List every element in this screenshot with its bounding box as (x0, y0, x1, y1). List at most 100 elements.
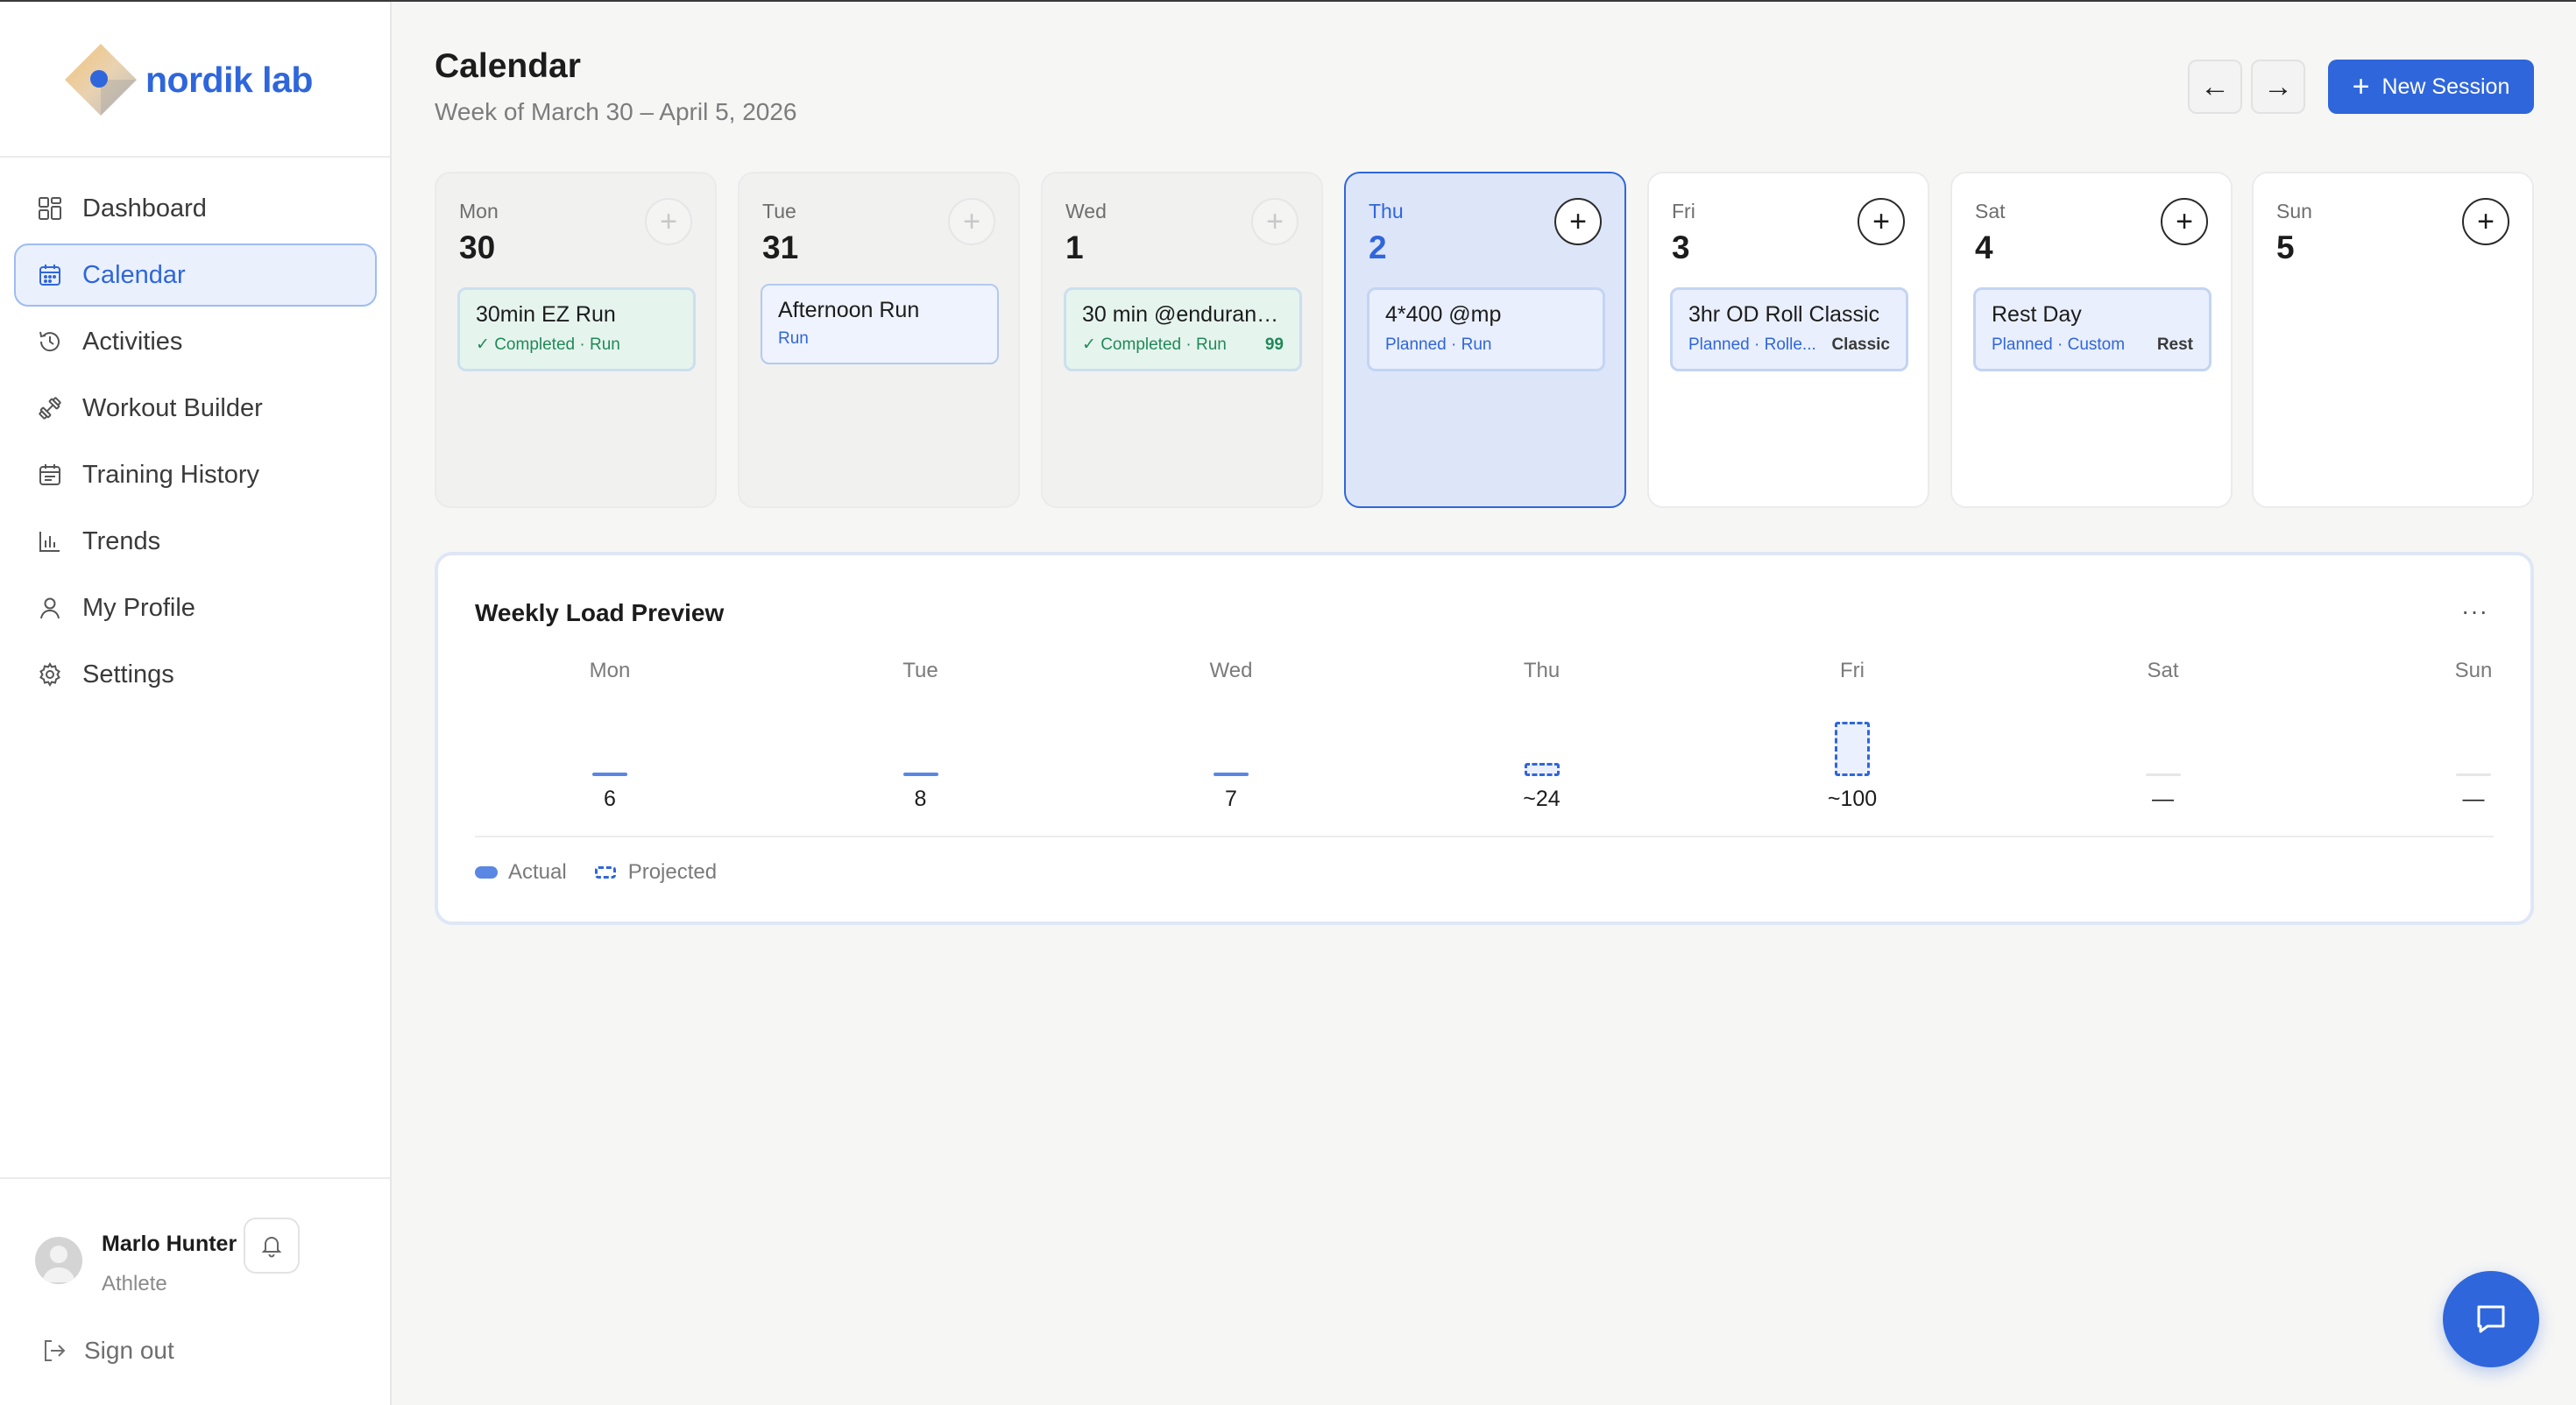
session-card[interactable]: Afternoon Run Run (761, 284, 999, 364)
legend-swatch-projected (594, 866, 616, 879)
load-value: — (2462, 787, 2485, 811)
sidebar-item-training-history[interactable]: Training History (14, 443, 377, 506)
new-session-button[interactable]: + New Session (2328, 60, 2534, 114)
day-column-sat[interactable]: Sat 4 + Rest Day Planned · Custom Rest (1950, 172, 2233, 508)
load-day-label: Sat (2147, 659, 2179, 682)
load-day-label: Wed (1209, 659, 1253, 682)
add-session-button[interactable]: + (948, 198, 995, 245)
load-bar-none (2456, 773, 2491, 776)
add-session-button[interactable]: + (2462, 198, 2509, 245)
add-session-button[interactable]: + (645, 198, 692, 245)
day-column-mon[interactable]: Mon 30 + 30min EZ Run ✓ Completed · Run (435, 172, 717, 508)
day-name: Sat (1975, 200, 2006, 222)
bar-chart-icon (37, 528, 63, 554)
day-number: 30 (459, 229, 496, 265)
load-column-sun: Sun — (2386, 659, 2561, 834)
sidebar-item-activities[interactable]: Activities (14, 310, 377, 373)
legend-label-actual: Actual (508, 860, 567, 884)
day-number: 2 (1369, 229, 1387, 265)
more-options-button[interactable]: ··· (2461, 597, 2488, 625)
brand-name: nordik lab (145, 59, 313, 100)
load-day-label: Fri (1840, 659, 1865, 682)
bell-icon (261, 1237, 282, 1258)
calendar-list-icon (37, 462, 63, 488)
card-title: Weekly Load Preview (475, 599, 725, 626)
session-title: 3hr OD Roll Classic (1688, 302, 1880, 327)
sidebar-item-label: Training History (82, 460, 259, 489)
day-name: Fri (1672, 200, 1695, 222)
legend: Actual Projected (475, 860, 717, 885)
day-name: Thu (1369, 200, 1404, 222)
sidebar-item-label: Calendar (82, 260, 186, 289)
plus-icon: + (2352, 70, 2370, 103)
session-title: Rest Day (1992, 302, 2082, 327)
sidebar-divider (0, 156, 390, 158)
add-session-button[interactable]: + (1554, 198, 1602, 245)
next-week-button[interactable]: → (2251, 60, 2305, 114)
previous-week-button[interactable]: ← (2188, 60, 2242, 114)
day-column-wed[interactable]: Wed 1 + 30 min @enduranc... ✓ Completed … (1041, 172, 1323, 508)
sidebar-item-trends[interactable]: Trends (14, 510, 377, 573)
load-column-fri: Fri ~100 (1765, 659, 1940, 834)
day-column-fri[interactable]: Fri 3 + 3hr OD Roll Classic Planned · Ro… (1647, 172, 1929, 508)
chat-button[interactable] (2443, 1271, 2539, 1367)
sidebar-item-my-profile[interactable]: My Profile (14, 576, 377, 639)
day-column-sun[interactable]: Sun 5 + (2252, 172, 2534, 508)
session-card[interactable]: 3hr OD Roll Classic Planned · Rolle... C… (1670, 287, 1908, 371)
sidebar-item-workout-builder[interactable]: Workout Builder (14, 377, 377, 440)
sidebar-item-label: Activities (82, 327, 183, 356)
load-value: ~24 (1523, 787, 1560, 811)
load-day-label: Tue (902, 659, 938, 682)
week-range: Week of March 30 – April 5, 2026 (435, 98, 797, 125)
sidebar-item-label: Dashboard (82, 194, 207, 222)
session-score: 99 (1264, 335, 1284, 354)
day-name: Mon (459, 200, 499, 222)
session-title: 30 min @enduranc... (1082, 302, 1285, 327)
new-session-label: New Session (2381, 74, 2510, 99)
card-divider (475, 836, 2494, 837)
load-bar-projected (1524, 763, 1560, 776)
brand-logo[interactable]: nordik lab (63, 42, 313, 117)
add-session-button[interactable]: + (1858, 198, 1905, 245)
day-number: 31 (762, 229, 799, 265)
day-name: Wed (1065, 200, 1107, 222)
session-meta: Planned · Rolle... (1688, 335, 1816, 354)
day-column-tue[interactable]: Tue 31 + Afternoon Run Run (738, 172, 1020, 508)
add-session-button[interactable]: + (2161, 198, 2208, 245)
session-tag: Rest (2156, 335, 2193, 354)
load-bar-none (2145, 773, 2181, 776)
session-title: 30min EZ Run (476, 302, 616, 327)
load-day-label: Sun (2454, 659, 2493, 682)
load-value: 6 (604, 787, 616, 811)
sidebar-item-settings[interactable]: Settings (14, 643, 377, 706)
add-session-button[interactable]: + (1251, 198, 1299, 245)
user-profile[interactable]: Marlo Hunter Athlete (35, 1218, 368, 1296)
notifications-button[interactable] (244, 1218, 300, 1274)
sign-out-label: Sign out (84, 1337, 174, 1364)
sidebar-item-label: Workout Builder (82, 393, 263, 422)
session-title: Afternoon Run (778, 298, 920, 322)
session-card[interactable]: Rest Day Planned · Custom Rest (1973, 287, 2212, 371)
sidebar-item-label: My Profile (82, 593, 195, 622)
plus-icon: + (1569, 205, 1587, 238)
legend-swatch-actual (475, 866, 498, 879)
sidebar-item-dashboard[interactable]: Dashboard (14, 177, 377, 240)
load-column-sat: Sat — (2076, 659, 2251, 834)
calendar-icon (37, 262, 63, 288)
logo-diamond-icon (63, 42, 138, 117)
session-meta: Run (778, 329, 809, 348)
day-name: Sun (2276, 200, 2312, 222)
load-column-thu: Thu ~24 (1454, 659, 1630, 834)
sidebar-item-calendar[interactable]: Calendar (14, 244, 377, 307)
session-card[interactable]: 30 min @enduranc... ✓ Completed · Run 99 (1064, 287, 1302, 371)
sign-out-button[interactable]: Sign out (40, 1337, 174, 1365)
chat-bubble-icon (2477, 1305, 2505, 1333)
session-card[interactable]: 4*400 @mp Planned · Run (1367, 287, 1605, 371)
load-bar-projected (1835, 722, 1870, 776)
load-bar-actual (902, 773, 938, 776)
sidebar-item-label: Trends (82, 526, 161, 555)
ellipsis-icon: ··· (2461, 597, 2488, 625)
user-icon (37, 595, 63, 621)
day-column-thu[interactable]: Thu 2 + 4*400 @mp Planned · Run (1344, 172, 1626, 508)
session-card[interactable]: 30min EZ Run ✓ Completed · Run (457, 287, 696, 371)
